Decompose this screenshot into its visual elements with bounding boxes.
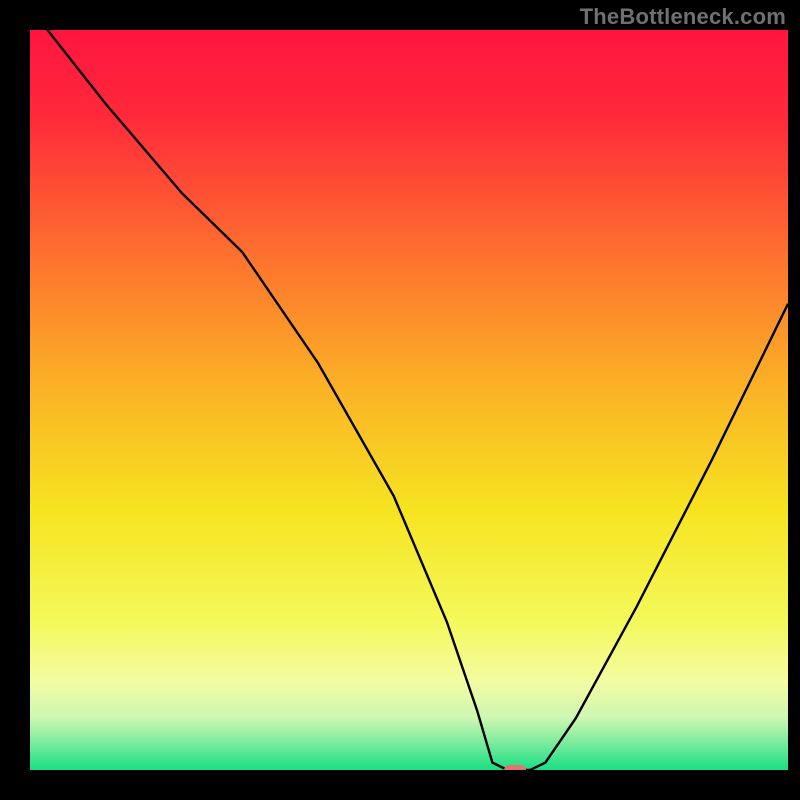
bottleneck-curve-chart	[30, 30, 788, 770]
attribution-label: TheBottleneck.com	[580, 4, 786, 30]
optimal-marker	[504, 765, 526, 770]
plot-area	[30, 30, 788, 770]
gradient-background	[30, 30, 788, 770]
chart-frame: TheBottleneck.com	[0, 0, 800, 800]
